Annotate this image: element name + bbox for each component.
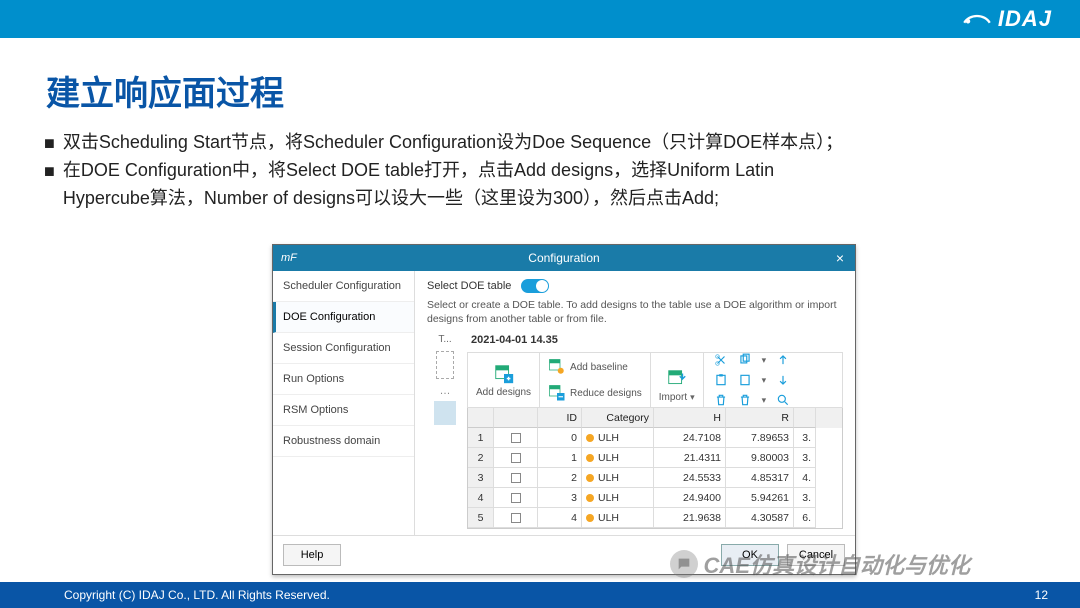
select-doe-toggle-row: Select DOE table xyxy=(427,279,843,293)
app-prefix: mF xyxy=(281,252,297,264)
table-timestamp: 2021-04-01 14.35 xyxy=(471,334,843,346)
paste-icon[interactable] xyxy=(714,373,728,387)
category-dot-icon xyxy=(586,474,594,482)
slide-footer: Copyright (C) IDAJ Co., LTD. All Rights … xyxy=(0,582,1080,608)
table-row[interactable]: 32ULH24.55334.853174. xyxy=(468,468,842,488)
help-button[interactable]: Help xyxy=(283,544,341,566)
copyright-text: Copyright (C) IDAJ Co., LTD. All Rights … xyxy=(64,588,330,602)
slide-title: 建立响应面过程 xyxy=(46,66,1036,115)
bullet-row: ■ 双击Scheduling Start节点，将Scheduler Config… xyxy=(44,129,1036,157)
col-r[interactable]: R xyxy=(726,408,794,428)
col-category[interactable]: Category xyxy=(582,408,654,428)
baseline-reduce-group: Add baseline Reduce designs xyxy=(540,353,651,407)
row-checkbox[interactable] xyxy=(494,468,538,488)
reduce-designs-button[interactable]: Reduce designs xyxy=(548,383,642,403)
brand-text: IDAJ xyxy=(998,6,1052,32)
strip-selected-icon[interactable] xyxy=(434,401,456,425)
add-designs-icon xyxy=(493,363,515,385)
row-checkbox[interactable] xyxy=(494,448,538,468)
bullet-text: 在DOE Configuration中，将Select DOE table打开，… xyxy=(63,157,774,213)
table-strip: T... … xyxy=(427,334,463,529)
page-number: 12 xyxy=(1035,588,1048,602)
bullet-text: 双击Scheduling Start节点，将Scheduler Configur… xyxy=(63,129,843,157)
watermark: CAE仿真设计自动化与优化 xyxy=(670,548,970,580)
bullet-row: ■ 在DOE Configuration中，将Select DOE table打… xyxy=(44,157,1036,213)
sidebar-item-doe[interactable]: DOE Configuration xyxy=(273,302,414,333)
slide-body: 建立响应面过程 ■ 双击Scheduling Start节点，将Schedule… xyxy=(0,38,1080,608)
logo-mark-icon xyxy=(962,7,992,31)
delete-all-icon[interactable] xyxy=(738,393,752,407)
category-dot-icon xyxy=(586,514,594,522)
sidebar-item-session[interactable]: Session Configuration xyxy=(273,333,414,364)
configuration-dialog: mF Configuration × Scheduler Configurati… xyxy=(272,244,856,575)
col-id[interactable]: ID xyxy=(538,408,582,428)
find-icon[interactable] xyxy=(776,393,790,407)
row-checkbox[interactable] xyxy=(494,508,538,528)
dialog-title: Configuration xyxy=(528,251,599,265)
add-designs-button[interactable]: Add designs xyxy=(468,353,540,407)
dialog-sidebar: Scheduler Configuration DOE Configuratio… xyxy=(273,271,415,535)
dialog-titlebar[interactable]: mF Configuration × xyxy=(273,245,855,271)
strip-placeholder-icon[interactable] xyxy=(436,351,454,379)
sidebar-item-scheduler[interactable]: Scheduler Configuration xyxy=(273,271,414,302)
edit-tools-group: ▾ ▾ ▾ xyxy=(704,353,801,407)
doe-description: Select or create a DOE table. To add des… xyxy=(427,299,843,326)
table-row[interactable]: 54ULH21.96384.305876. xyxy=(468,508,842,528)
paste-special-icon[interactable] xyxy=(738,373,752,387)
brand-logo: IDAJ xyxy=(962,6,1052,32)
grid-header: ID Category H R xyxy=(468,408,842,428)
table-row[interactable]: 43ULH24.94005.942613. xyxy=(468,488,842,508)
bullet-list: ■ 双击Scheduling Start节点，将Scheduler Config… xyxy=(44,129,1036,213)
table-row[interactable]: 10ULH24.71087.896533. xyxy=(468,428,842,448)
slide-topbar: IDAJ xyxy=(0,0,1080,38)
bullet-marker-icon: ■ xyxy=(44,157,55,213)
import-icon xyxy=(666,368,688,390)
sidebar-item-run[interactable]: Run Options xyxy=(273,364,414,395)
add-baseline-icon xyxy=(548,358,566,376)
row-checkbox[interactable] xyxy=(494,488,538,508)
sidebar-item-rsm[interactable]: RSM Options xyxy=(273,395,414,426)
import-button[interactable]: Import▾ xyxy=(659,392,695,403)
add-baseline-button[interactable]: Add baseline xyxy=(548,357,628,377)
row-checkbox[interactable] xyxy=(494,428,538,448)
doe-grid[interactable]: ID Category H R 10ULH24.71087.896533.21U… xyxy=(467,408,843,529)
wechat-icon xyxy=(670,550,698,578)
close-icon[interactable]: × xyxy=(825,245,855,271)
strip-ellipsis: … xyxy=(427,385,463,397)
doe-toolbar: Add designs Add baseline Reduce designs xyxy=(467,352,843,408)
category-dot-icon xyxy=(586,454,594,462)
strip-label: T... xyxy=(427,334,463,345)
table-row[interactable]: 21ULH21.43119.800033. xyxy=(468,448,842,468)
dialog-main: Select DOE table Select or create a DOE … xyxy=(415,271,855,535)
bullet-marker-icon: ■ xyxy=(44,129,55,157)
category-dot-icon xyxy=(586,494,594,502)
import-group: Import▾ xyxy=(651,353,704,407)
select-doe-toggle[interactable] xyxy=(521,279,549,293)
sidebar-item-robust[interactable]: Robustness domain xyxy=(273,426,414,457)
arrow-down-icon[interactable] xyxy=(776,373,790,387)
cut-icon[interactable] xyxy=(714,353,728,367)
reduce-designs-icon xyxy=(548,384,566,402)
category-dot-icon xyxy=(586,434,594,442)
delete-icon[interactable] xyxy=(714,393,728,407)
toggle-label: Select DOE table xyxy=(427,280,511,292)
copy-icon[interactable] xyxy=(738,353,752,367)
arrow-up-icon[interactable] xyxy=(776,353,790,367)
col-h[interactable]: H xyxy=(654,408,726,428)
